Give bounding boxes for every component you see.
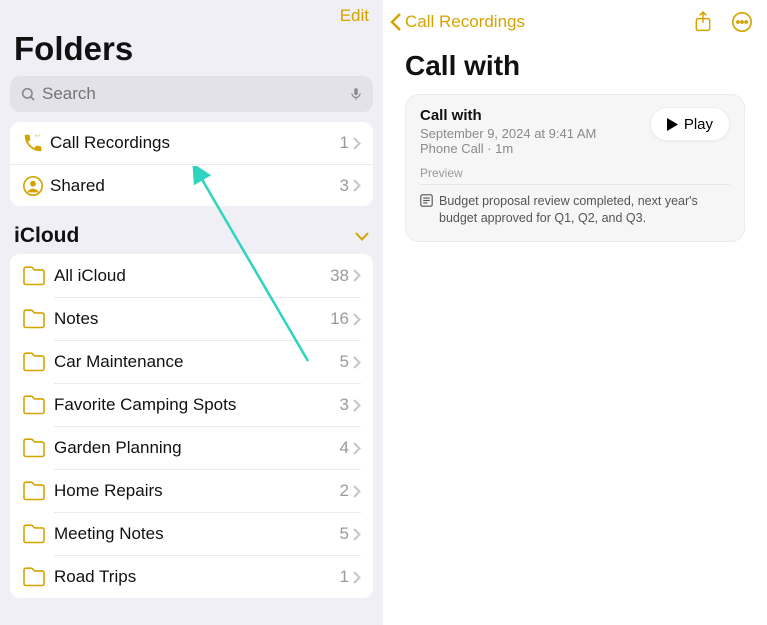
folder-count: 2 bbox=[340, 481, 349, 501]
chevron-right-icon bbox=[353, 179, 361, 192]
back-button[interactable]: Call Recordings bbox=[389, 12, 525, 32]
more-icon[interactable] bbox=[731, 11, 753, 33]
folder-row[interactable]: Favorite Camping Spots3 bbox=[10, 383, 373, 426]
folder-icon bbox=[22, 481, 54, 501]
chevron-right-icon bbox=[353, 399, 361, 412]
chevron-right-icon bbox=[353, 571, 361, 584]
mic-icon[interactable] bbox=[349, 85, 363, 103]
folder-count: 5 bbox=[340, 352, 349, 372]
folder-icon bbox=[22, 438, 54, 458]
chevron-down-icon[interactable] bbox=[355, 232, 369, 241]
chevron-right-icon bbox=[353, 269, 361, 282]
folder-row[interactable]: Notes16 bbox=[10, 297, 373, 340]
folder-label: Garden Planning bbox=[54, 438, 340, 458]
folder-count: 1 bbox=[340, 567, 349, 587]
folder-icon bbox=[22, 395, 54, 415]
preview-label: Preview bbox=[420, 166, 730, 180]
folder-row[interactable]: Car Maintenance5 bbox=[10, 340, 373, 383]
folder-row[interactable]: All iCloud38 bbox=[10, 254, 373, 297]
folder-count: 16 bbox=[330, 309, 349, 329]
folder-row[interactable]: Garden Planning4 bbox=[10, 426, 373, 469]
folder-count: 4 bbox=[340, 438, 349, 458]
play-icon bbox=[667, 118, 678, 131]
folder-label: Home Repairs bbox=[54, 481, 340, 501]
folder-row-shared[interactable]: Shared 3 bbox=[10, 164, 373, 206]
chevron-right-icon bbox=[353, 137, 361, 150]
folder-count: 5 bbox=[340, 524, 349, 544]
folder-label: All iCloud bbox=[54, 266, 330, 286]
play-label: Play bbox=[684, 116, 713, 133]
smart-folders-group: Call Recordings 1 Shared 3 bbox=[10, 122, 373, 206]
recording-title: Call with bbox=[420, 107, 640, 124]
call-recording-icon bbox=[22, 132, 50, 154]
search-input[interactable] bbox=[36, 84, 349, 104]
back-label: Call Recordings bbox=[405, 12, 525, 32]
chevron-right-icon bbox=[353, 485, 361, 498]
chevron-right-icon bbox=[353, 313, 361, 326]
recording-meta: Phone Call · 1m bbox=[420, 141, 640, 156]
folder-icon bbox=[22, 266, 54, 286]
summary-text: Budget proposal review completed, next y… bbox=[439, 193, 730, 227]
section-header-icloud[interactable]: iCloud bbox=[0, 206, 383, 254]
folder-row[interactable]: Home Repairs2 bbox=[10, 469, 373, 512]
folder-row[interactable]: Meeting Notes5 bbox=[10, 512, 373, 555]
share-icon[interactable] bbox=[693, 11, 713, 33]
folder-label: Meeting Notes bbox=[54, 524, 340, 544]
folder-icon bbox=[22, 524, 54, 544]
folder-icon bbox=[22, 352, 54, 372]
folder-label: Road Trips bbox=[54, 567, 340, 587]
folder-count: 3 bbox=[340, 395, 349, 415]
person-icon bbox=[22, 175, 50, 197]
folder-count: 1 bbox=[340, 133, 349, 153]
call-recording-card[interactable]: Call with September 9, 2024 at 9:41 AM P… bbox=[405, 94, 745, 242]
folder-row-call-recordings[interactable]: Call Recordings 1 bbox=[10, 122, 373, 164]
play-button[interactable]: Play bbox=[650, 107, 730, 141]
folder-count: 3 bbox=[340, 176, 349, 196]
sidebar: Edit Folders Call Recordings 1 bbox=[0, 0, 383, 625]
page-title: Folders bbox=[0, 28, 383, 76]
folder-row[interactable]: Road Trips1 bbox=[10, 555, 373, 598]
folder-count: 38 bbox=[330, 266, 349, 286]
search-field[interactable] bbox=[10, 76, 373, 112]
folder-label: Favorite Camping Spots bbox=[54, 395, 340, 415]
edit-button[interactable]: Edit bbox=[340, 6, 369, 26]
summary-icon bbox=[420, 194, 433, 227]
folder-label: Shared bbox=[50, 176, 340, 196]
note-detail: Call Recordings Call with Call with Sept… bbox=[383, 0, 767, 625]
chevron-right-icon bbox=[353, 442, 361, 455]
note-title: Call with bbox=[383, 42, 767, 94]
chevron-right-icon bbox=[353, 356, 361, 369]
folder-label: Car Maintenance bbox=[54, 352, 340, 372]
search-icon bbox=[20, 86, 36, 102]
folder-icon bbox=[22, 309, 54, 329]
recording-date: September 9, 2024 at 9:41 AM bbox=[420, 126, 640, 141]
section-title: iCloud bbox=[14, 224, 79, 248]
folder-label: Notes bbox=[54, 309, 330, 329]
icloud-folders-group: All iCloud38Notes16Car Maintenance5Favor… bbox=[10, 254, 373, 598]
chevron-right-icon bbox=[353, 528, 361, 541]
folder-icon bbox=[22, 567, 54, 587]
folder-label: Call Recordings bbox=[50, 133, 340, 153]
